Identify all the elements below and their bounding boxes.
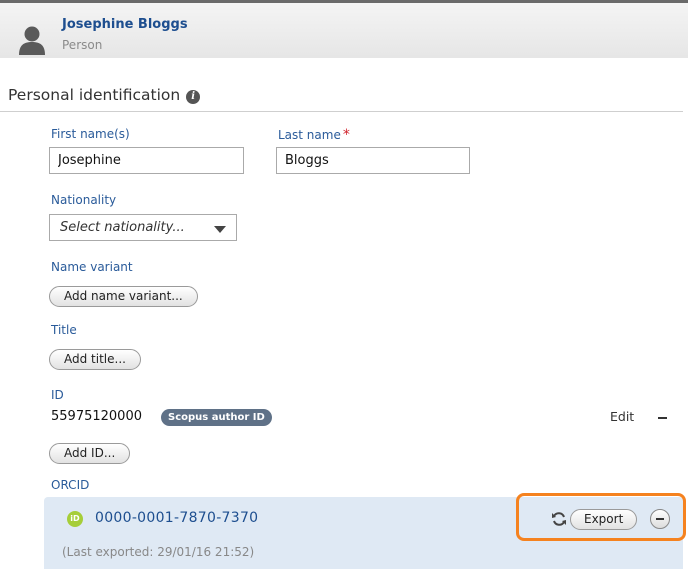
section-title: Personal identification i: [8, 86, 201, 104]
nationality-placeholder: Select nationality...: [60, 220, 185, 235]
last-name-field[interactable]: [276, 147, 470, 174]
orcid-label: ORCID: [51, 478, 90, 492]
required-marker: *: [342, 127, 350, 143]
chevron-down-icon: [214, 226, 226, 233]
scopus-author-id-badge: Scopus author ID: [161, 409, 272, 426]
add-title-button[interactable]: Add title...: [49, 349, 141, 370]
export-highlight: [516, 493, 686, 541]
edit-id-link[interactable]: Edit: [610, 409, 634, 424]
orcid-icon: iD: [67, 511, 83, 527]
id-value: 55975120000: [51, 409, 142, 424]
add-name-variant-button[interactable]: Add name variant...: [49, 286, 198, 307]
last-name-label: Last name *: [278, 127, 350, 143]
title-label: Title: [51, 323, 77, 337]
section-divider: [0, 111, 683, 112]
person-icon: [19, 26, 45, 55]
info-icon[interactable]: i: [186, 90, 201, 104]
nationality-label: Nationality: [51, 193, 117, 207]
last-exported-text: (Last exported: 29/01/16 21:52): [62, 545, 255, 559]
section-title-text: Personal identification: [8, 86, 181, 104]
first-name-label: First name(s): [51, 127, 130, 141]
remove-id-icon[interactable]: [658, 417, 667, 419]
add-id-button[interactable]: Add ID...: [49, 443, 131, 464]
first-name-field[interactable]: [49, 147, 244, 174]
nationality-select[interactable]: Select nationality...: [49, 214, 237, 241]
person-type-label: Person: [62, 38, 103, 52]
last-name-label-text: Last name: [278, 128, 341, 142]
person-header: Josephine Bloggs Person: [0, 0, 688, 58]
id-label: ID: [51, 388, 64, 402]
person-name-link[interactable]: Josephine Bloggs: [62, 17, 188, 32]
orcid-id-link[interactable]: 0000-0001-7870-7370: [95, 510, 258, 526]
name-variant-label: Name variant: [51, 260, 133, 274]
